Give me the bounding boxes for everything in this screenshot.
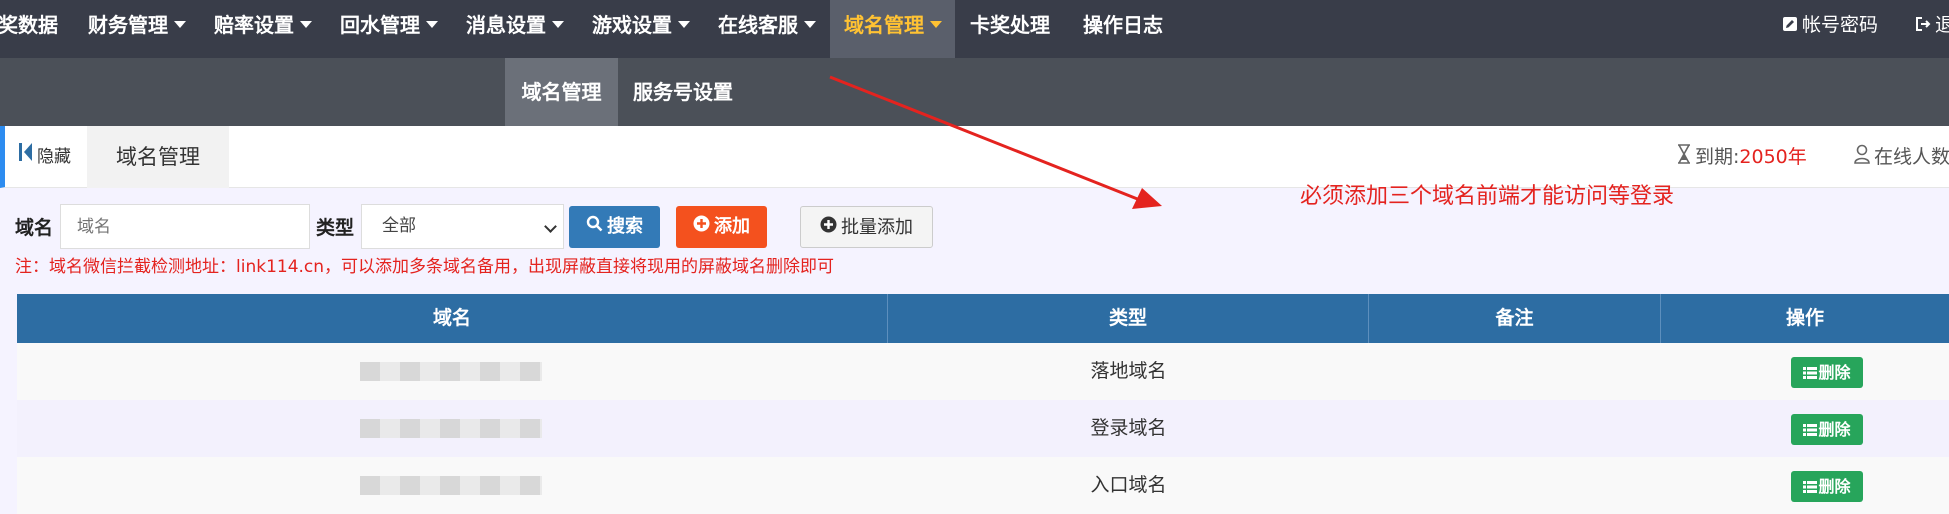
delete-button[interactable]: 删除	[1791, 414, 1863, 445]
row-type: 登录域名	[1090, 417, 1167, 439]
table-row: 落地域名 删除	[17, 343, 1949, 400]
table-header: 域名 类型 备注 操作	[17, 294, 1949, 343]
annotation-text: 必须添加三个域名前端才能访问等登录	[1300, 184, 1675, 209]
delete-button[interactable]: 删除	[1791, 471, 1863, 502]
redacted-domain	[360, 419, 542, 438]
redacted-domain	[360, 476, 542, 495]
column-header-remark: 备注	[1369, 294, 1661, 343]
column-header-type: 类型	[888, 294, 1369, 343]
row-type: 入口域名	[1090, 474, 1167, 496]
delete-button[interactable]: 删除	[1791, 357, 1863, 388]
row-type: 落地域名	[1090, 360, 1167, 382]
table-row: 入口域名 删除	[17, 457, 1949, 514]
column-header-domain: 域名	[17, 294, 888, 343]
list-icon	[1803, 472, 1818, 503]
list-icon	[1803, 415, 1818, 446]
redacted-domain	[360, 362, 542, 381]
column-header-actions: 操作	[1785, 307, 1824, 329]
list-icon	[1803, 358, 1818, 389]
table-row: 登录域名 删除	[17, 400, 1949, 457]
